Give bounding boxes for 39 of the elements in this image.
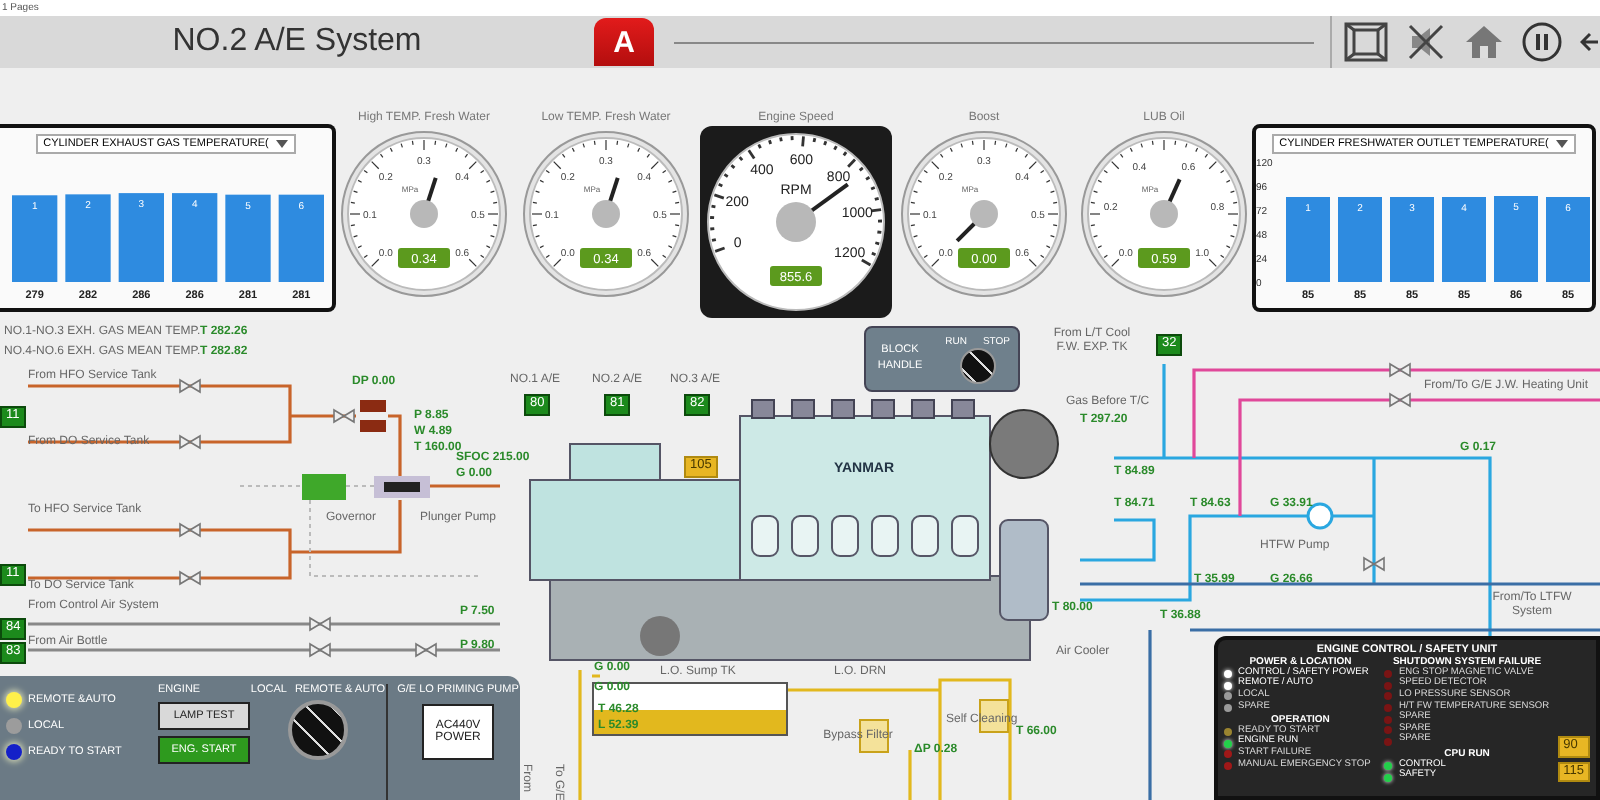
valve-icon [333,408,355,424]
valve-icon [309,642,331,658]
chart-bar [118,193,164,282]
chart-bar [1442,197,1486,282]
chart-bar [1494,196,1538,282]
governor-drawing [302,474,346,500]
window-title: NO.2 A/E System [172,24,422,60]
valve-icon [1363,556,1385,572]
valve-icon [415,642,437,658]
chart-bar [1390,197,1434,282]
filter-icon [360,400,386,432]
valve-icon [179,570,201,586]
valve-icon [309,616,331,632]
air-cooler-drawing [999,519,1049,621]
chart-bar [1286,197,1330,282]
chart-bar [1338,197,1382,282]
valve-icon [1389,362,1411,378]
valve-icon [1389,392,1411,408]
valve-icon [179,378,201,394]
valve-icon [179,522,201,538]
chart-bar [278,194,324,282]
chart-bar [1546,197,1590,282]
home-icon[interactable] [1464,22,1504,62]
mute-icon[interactable] [1406,22,1446,62]
caret-icon [1556,140,1569,148]
chart-bar [12,195,58,282]
selector-knob[interactable] [959,347,996,383]
chart-bar [172,193,218,282]
fullscreen-icon[interactable] [1344,22,1388,62]
chart-bar [225,194,271,282]
valve-icon [179,434,201,450]
alarm-button[interactable]: A [594,18,654,66]
caret-icon [276,140,289,148]
pause-icon[interactable] [1522,22,1562,62]
chart-bar [65,194,111,282]
plunger-pump-drawing [374,476,430,498]
selector-knob[interactable] [288,700,348,760]
gauge-needle [955,200,998,243]
turbocharger-drawing [989,409,1059,479]
